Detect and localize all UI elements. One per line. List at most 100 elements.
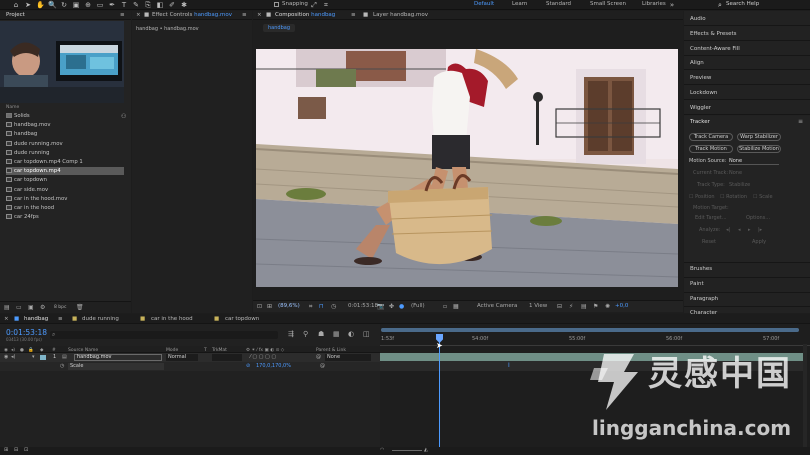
right-panel-item[interactable]: Paint xyxy=(690,281,704,287)
project-item[interactable]: car in the hood xyxy=(6,204,124,212)
clone-stamp-tool-icon[interactable]: ⎘ xyxy=(144,1,152,9)
pen-tool-icon[interactable]: ✒ xyxy=(108,1,116,9)
exposure-value[interactable]: +0,0 xyxy=(615,303,628,309)
timeline-tab-car-topdown[interactable]: car topdown xyxy=(225,316,259,322)
layer-expand-icon[interactable]: ▾ xyxy=(32,354,35,360)
workspace-menu-icon[interactable]: » xyxy=(668,1,676,9)
zoom-in-icon[interactable]: ◭ xyxy=(424,447,428,453)
zoom-slider[interactable] xyxy=(392,450,422,451)
warp-stabilizer-button[interactable]: Warp Stabilizer xyxy=(737,133,781,141)
layer-name[interactable]: handbag.mov xyxy=(74,354,162,361)
search-icon[interactable]: ⌕ xyxy=(716,1,724,9)
always-preview-icon[interactable]: ⊡ xyxy=(257,303,262,310)
right-panel-item[interactable]: Effects & Presets xyxy=(690,31,737,37)
timeline-tab-close-icon[interactable]: × xyxy=(4,316,9,322)
new-folder-icon[interactable]: ▭ xyxy=(16,304,22,311)
type-tool-icon[interactable]: T xyxy=(120,1,128,9)
comp-tab-menu-icon[interactable]: ≡ xyxy=(351,12,356,18)
apply-button[interactable]: Apply xyxy=(752,239,766,245)
toggle-pixel-aspect-icon[interactable]: ⊟ xyxy=(557,303,562,310)
draft-3d-icon[interactable]: ⇶ xyxy=(288,330,294,338)
workspace-learn[interactable]: Learn xyxy=(512,1,527,7)
snap-edges-icon[interactable]: ⌗ xyxy=(322,1,330,9)
workspace-standard[interactable]: Standard xyxy=(546,1,571,7)
right-panel-item[interactable]: Align xyxy=(690,60,704,66)
parent-dropdown[interactable]: None xyxy=(325,354,371,361)
timeline-tab-dude-running[interactable]: dude running xyxy=(82,316,119,322)
reset-button[interactable]: Reset xyxy=(702,239,716,245)
project-item[interactable]: car in the hood.mov xyxy=(6,195,124,203)
right-panel-item[interactable]: Brushes xyxy=(690,266,712,272)
current-time-indicator[interactable] xyxy=(439,334,440,455)
workspace-default[interactable]: Default xyxy=(474,1,494,7)
panel-menu-icon[interactable]: ≡ xyxy=(242,12,247,18)
region-of-interest-icon[interactable]: ▫ xyxy=(443,303,447,310)
analyze-forward-frame-icon[interactable]: |▸ xyxy=(758,227,762,233)
composition-viewer[interactable] xyxy=(256,49,678,287)
transparency-grid-icon[interactable]: ▦ xyxy=(453,303,459,310)
scale-checkbox[interactable]: ☐ Scale xyxy=(753,194,773,200)
comp-flowchart-icon[interactable]: ⚲ xyxy=(303,330,308,338)
flowchart-icon[interactable]: ⚑ xyxy=(593,303,598,310)
parent-pickwhip-icon[interactable]: @ xyxy=(316,354,321,360)
comp-name-button[interactable]: handbag xyxy=(263,24,295,32)
zoom-dropdown[interactable]: (89,6%) xyxy=(278,303,300,309)
project-item[interactable]: handbag xyxy=(6,130,124,138)
trkmat-dropdown[interactable] xyxy=(212,354,242,361)
analyze-forward-icon[interactable]: ▸ xyxy=(748,227,751,233)
options-button[interactable]: Options... xyxy=(746,215,770,221)
composition-tab[interactable]: Composition handbag xyxy=(275,12,335,18)
timeline-timecode[interactable]: 0:01:53:18 xyxy=(6,328,47,337)
camera-tool-icon[interactable]: ▣ xyxy=(72,1,80,9)
layer-duration-bar[interactable] xyxy=(380,353,804,361)
right-panel-item[interactable]: Audio xyxy=(690,16,706,22)
stopwatch-icon[interactable]: ◷ xyxy=(60,363,64,369)
roto-brush-tool-icon[interactable]: ✐ xyxy=(168,1,176,9)
current-track-dropdown[interactable]: None xyxy=(729,170,742,176)
new-composition-icon[interactable]: ▣ xyxy=(28,304,34,311)
render-time-toggle-icon[interactable]: ⊡ xyxy=(24,447,28,453)
keyframe-marker-icon[interactable]: I xyxy=(508,362,510,369)
tracker-menu-icon[interactable]: ≡ xyxy=(798,118,803,125)
trash-icon[interactable]: 🗑 xyxy=(76,304,84,311)
hand-tool-icon[interactable]: ✋ xyxy=(36,1,45,9)
timeline-tab-menu-icon[interactable]: ≡ xyxy=(58,316,63,322)
eraser-tool-icon[interactable]: ◧ xyxy=(156,1,164,9)
zoom-out-icon[interactable]: ◠ xyxy=(380,447,384,453)
effect-controls-tab[interactable]: Effect Controls handbag.mov xyxy=(152,12,232,18)
fast-previews-icon[interactable]: ⚡ xyxy=(569,303,573,310)
vr-icon[interactable]: ⊞ xyxy=(267,303,272,310)
project-item[interactable]: handbag.mov xyxy=(6,121,124,129)
mask-visibility-icon[interactable]: ⊓ xyxy=(319,303,324,310)
layer-switches[interactable]: ⁄ ▢ ▢ ▢ ▢ xyxy=(250,354,276,360)
project-tab[interactable]: Project xyxy=(6,12,25,18)
motion-blur-icon[interactable]: ◐ xyxy=(348,330,354,338)
work-area-range[interactable] xyxy=(381,328,799,332)
selection-tool-icon[interactable]: ➤ xyxy=(24,1,32,9)
position-checkbox[interactable]: ☐ Position xyxy=(689,194,715,200)
project-item[interactable]: dude running xyxy=(6,149,124,157)
timeline-tab-car-in-the-hood[interactable]: car in the hood xyxy=(151,316,193,322)
work-area-bar[interactable] xyxy=(381,328,799,332)
color-channel-icon[interactable]: ● xyxy=(399,303,404,310)
interpret-footage-icon[interactable]: ▤ xyxy=(4,304,10,311)
layer-visibility-icon[interactable]: ◉ xyxy=(4,354,8,360)
show-channel-icon[interactable]: ✤ xyxy=(389,303,394,310)
workspace-libraries[interactable]: Libraries xyxy=(642,1,666,7)
bpc-label[interactable]: 8 bpc xyxy=(54,305,66,310)
workspace-small-screen[interactable]: Small Screen xyxy=(590,1,626,7)
project-item[interactable]: Solids xyxy=(6,112,124,120)
comp-tab-lock-icon[interactable]: ■ xyxy=(266,12,271,18)
view-layout-dropdown[interactable]: 1 View xyxy=(529,303,547,309)
shape-tool-icon[interactable]: ▭ xyxy=(96,1,104,9)
pan-behind-tool-icon[interactable]: ⊕ xyxy=(84,1,92,9)
timeline-search-input[interactable]: ⌕ xyxy=(50,331,278,339)
layer-row[interactable]: ◉ ◂) ▾ 1 ▤ handbag.mov Normal ⁄ ▢ ▢ ▢ ▢ … xyxy=(0,353,380,362)
track-type-dropdown[interactable]: Stabilize xyxy=(729,182,750,188)
property-pickwhip-icon[interactable]: @ xyxy=(320,363,325,369)
snapping-checkbox[interactable] xyxy=(274,2,279,7)
project-item[interactable]: car topdown xyxy=(6,176,124,184)
track-camera-button[interactable]: Track Camera xyxy=(689,133,733,141)
resolution-dropdown[interactable]: (Full) xyxy=(411,303,425,309)
motion-source-dropdown[interactable]: None xyxy=(729,158,779,165)
